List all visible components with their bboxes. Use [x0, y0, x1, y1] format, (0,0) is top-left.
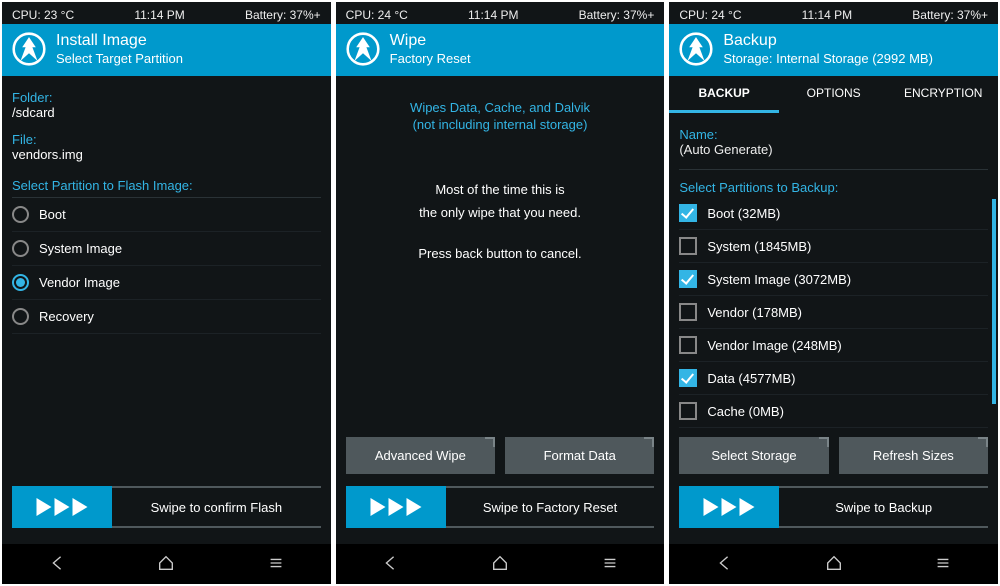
- select-storage-button[interactable]: Select Storage: [679, 437, 828, 474]
- battery-status: Battery: 37%+: [912, 8, 988, 22]
- swipe-handle[interactable]: [346, 486, 446, 528]
- time-status: 11:14 PM: [468, 8, 518, 22]
- screen-backup: CPU: 24 °C 11:14 PM Battery: 37%+ Backup…: [669, 2, 998, 584]
- section-select-partitions: Select Partitions to Backup:: [679, 180, 988, 195]
- swipe-confirm-flash[interactable]: Swipe to confirm Flash: [12, 486, 321, 528]
- battery-status: Battery: 37%+: [579, 8, 655, 22]
- swipe-backup[interactable]: Swipe to Backup: [679, 486, 988, 528]
- partition-recovery[interactable]: Recovery: [12, 300, 321, 334]
- header: Install Image Select Target Partition: [2, 24, 331, 76]
- nav-bar: [669, 544, 998, 584]
- checkbox-icon: [679, 270, 697, 288]
- format-data-button[interactable]: Format Data: [505, 437, 654, 474]
- checkbox-icon: [679, 303, 697, 321]
- part-boot[interactable]: Boot (32MB): [679, 197, 988, 230]
- screen-wipe: CPU: 24 °C 11:14 PM Battery: 37%+ Wipe F…: [336, 2, 665, 584]
- tabs: BACKUP OPTIONS ENCRYPTION: [669, 76, 998, 113]
- swipe-label: Swipe to Factory Reset: [446, 486, 655, 528]
- home-icon[interactable]: [157, 554, 175, 575]
- advanced-wipe-button[interactable]: Advanced Wipe: [346, 437, 495, 474]
- page-title: Install Image: [56, 32, 183, 50]
- screen-install-image: CPU: 23 °C 11:14 PM Battery: 37%+ Instal…: [2, 2, 331, 584]
- cpu-status: CPU: 23 °C: [12, 8, 74, 22]
- wipe-body-1: Most of the time this is: [346, 182, 655, 197]
- file-label: File:: [12, 132, 321, 147]
- tab-options[interactable]: OPTIONS: [779, 76, 889, 113]
- nav-bar: [336, 544, 665, 584]
- checkbox-icon: [679, 204, 697, 222]
- radio-icon: [12, 206, 29, 223]
- swipe-factory-reset[interactable]: Swipe to Factory Reset: [346, 486, 655, 528]
- back-icon[interactable]: [381, 554, 399, 575]
- back-icon[interactable]: [48, 554, 66, 575]
- cpu-status: CPU: 24 °C: [679, 8, 741, 22]
- wipe-body-3: Press back button to cancel.: [346, 246, 655, 261]
- header: Backup Storage: Internal Storage (2992 M…: [669, 24, 998, 76]
- swipe-handle[interactable]: [12, 486, 112, 528]
- checkbox-icon: [679, 402, 697, 420]
- wipe-body-2: the only wipe that you need.: [346, 205, 655, 220]
- part-vendor[interactable]: Vendor (178MB): [679, 296, 988, 329]
- status-bar: CPU: 24 °C 11:14 PM Battery: 37%+: [336, 2, 665, 24]
- twrp-logo-icon: [12, 32, 46, 66]
- refresh-sizes-button[interactable]: Refresh Sizes: [839, 437, 988, 474]
- part-system[interactable]: System (1845MB): [679, 230, 988, 263]
- radio-icon: [12, 240, 29, 257]
- part-data[interactable]: Data (4577MB): [679, 362, 988, 395]
- battery-status: Battery: 37%+: [245, 8, 321, 22]
- twrp-logo-icon: [679, 32, 713, 66]
- part-cache[interactable]: Cache (0MB): [679, 395, 988, 428]
- home-icon[interactable]: [825, 554, 843, 575]
- name-label: Name:: [679, 127, 988, 142]
- checkbox-icon: [679, 237, 697, 255]
- partition-vendor-image[interactable]: Vendor Image: [12, 266, 321, 300]
- wipe-info-2: (not including internal storage): [346, 117, 655, 132]
- menu-icon[interactable]: [934, 554, 952, 575]
- name-value[interactable]: (Auto Generate): [679, 142, 988, 157]
- time-status: 11:14 PM: [802, 8, 852, 22]
- page-subtitle: Factory Reset: [390, 51, 471, 66]
- page-title: Wipe: [390, 32, 471, 50]
- menu-icon[interactable]: [267, 554, 285, 575]
- wipe-info-1: Wipes Data, Cache, and Dalvik: [346, 100, 655, 115]
- checkbox-icon: [679, 336, 697, 354]
- section-select-partition: Select Partition to Flash Image:: [12, 178, 321, 198]
- tab-encryption[interactable]: ENCRYPTION: [888, 76, 998, 113]
- scrollbar[interactable]: [992, 199, 996, 404]
- menu-icon[interactable]: [601, 554, 619, 575]
- twrp-logo-icon: [346, 32, 380, 66]
- swipe-label: Swipe to confirm Flash: [112, 486, 321, 528]
- tab-backup[interactable]: BACKUP: [669, 76, 779, 113]
- partition-list: Boot (32MB) System (1845MB) System Image…: [679, 197, 988, 428]
- folder-value: /sdcard: [12, 105, 321, 120]
- page-subtitle: Storage: Internal Storage (2992 MB): [723, 51, 933, 66]
- partition-system-image[interactable]: System Image: [12, 232, 321, 266]
- status-bar: CPU: 24 °C 11:14 PM Battery: 37%+: [669, 2, 998, 24]
- part-vendor-image[interactable]: Vendor Image (248MB): [679, 329, 988, 362]
- folder-label: Folder:: [12, 90, 321, 105]
- radio-icon: [12, 274, 29, 291]
- nav-bar: [2, 544, 331, 584]
- checkbox-icon: [679, 369, 697, 387]
- partition-boot[interactable]: Boot: [12, 198, 321, 232]
- header: Wipe Factory Reset: [336, 24, 665, 76]
- home-icon[interactable]: [491, 554, 509, 575]
- cpu-status: CPU: 24 °C: [346, 8, 408, 22]
- file-value: vendors.img: [12, 147, 321, 162]
- time-status: 11:14 PM: [134, 8, 184, 22]
- part-system-image[interactable]: System Image (3072MB): [679, 263, 988, 296]
- back-icon[interactable]: [715, 554, 733, 575]
- radio-icon: [12, 308, 29, 325]
- status-bar: CPU: 23 °C 11:14 PM Battery: 37%+: [2, 2, 331, 24]
- page-subtitle: Select Target Partition: [56, 51, 183, 66]
- swipe-handle[interactable]: [679, 486, 779, 528]
- swipe-label: Swipe to Backup: [779, 486, 988, 528]
- page-title: Backup: [723, 32, 933, 50]
